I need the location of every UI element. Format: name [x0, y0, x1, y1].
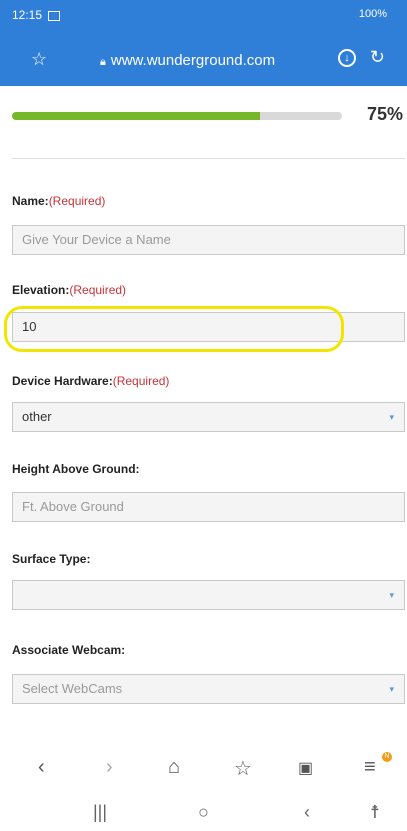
chevron-down-icon: ▾ [389, 684, 394, 694]
webcam-label: Associate Webcam: [12, 643, 126, 657]
chevron-down-icon: ▾ [389, 412, 394, 422]
progress-percent: 75% [366, 104, 403, 124]
lock-icon: 🔒︎ [100, 56, 106, 68]
hardware-select[interactable]: other ▾ [12, 402, 405, 432]
height-label: Height Above Ground: [12, 462, 140, 476]
home-circle-icon[interactable]: ○ [198, 802, 209, 823]
webcam-select[interactable]: Select WebCams ▾ [12, 674, 405, 704]
name-label: Name:(Required) [12, 194, 106, 208]
bookmark-icon[interactable]: ☆ [234, 756, 252, 781]
home-icon[interactable]: ⌂ [168, 756, 180, 779]
status-time: 12:15 [12, 8, 61, 22]
forward-icon[interactable]: › [106, 756, 113, 779]
elevation-label: Elevation:(Required) [12, 283, 127, 297]
system-nav: ||| ○ ‹ ☨ [0, 796, 407, 831]
progress-fill [12, 112, 260, 120]
gallery-icon [48, 10, 61, 21]
status-battery: 100% [358, 8, 387, 20]
menu-icon[interactable]: ≡ [364, 756, 376, 779]
back-nav-icon[interactable]: ‹ [304, 802, 310, 823]
surface-label: Surface Type: [12, 552, 91, 566]
reload-icon[interactable]: ↻ [370, 47, 385, 68]
url-bar[interactable]: 🔒︎ www.wunderground.com [100, 52, 275, 69]
name-input[interactable]: Give Your Device a Name [12, 225, 405, 255]
tabs-icon[interactable]: ▣ [298, 758, 313, 778]
notification-badge: N [382, 752, 392, 762]
hardware-label: Device Hardware:(Required) [12, 374, 170, 388]
recents-icon[interactable]: ||| [93, 802, 107, 823]
accessibility-icon[interactable]: ☨ [370, 802, 380, 823]
star-icon[interactable]: ☆ [31, 50, 47, 68]
back-icon[interactable]: ‹ [38, 756, 45, 779]
download-icon[interactable]: ↓ [338, 49, 356, 67]
highlight-ring [4, 306, 344, 352]
surface-select[interactable]: ▾ [12, 580, 405, 610]
browser-bottom-nav: ‹ › ⌂ ☆ ▣ ≡ [0, 746, 407, 786]
height-input[interactable]: Ft. Above Ground [12, 492, 405, 522]
progress-bar [12, 112, 342, 120]
browser-bar: 12:15 100% ☆ 🔒︎ www.wunderground.com ↓ ↻ [0, 0, 407, 86]
chevron-down-icon: ▾ [389, 590, 394, 600]
divider [12, 158, 405, 159]
